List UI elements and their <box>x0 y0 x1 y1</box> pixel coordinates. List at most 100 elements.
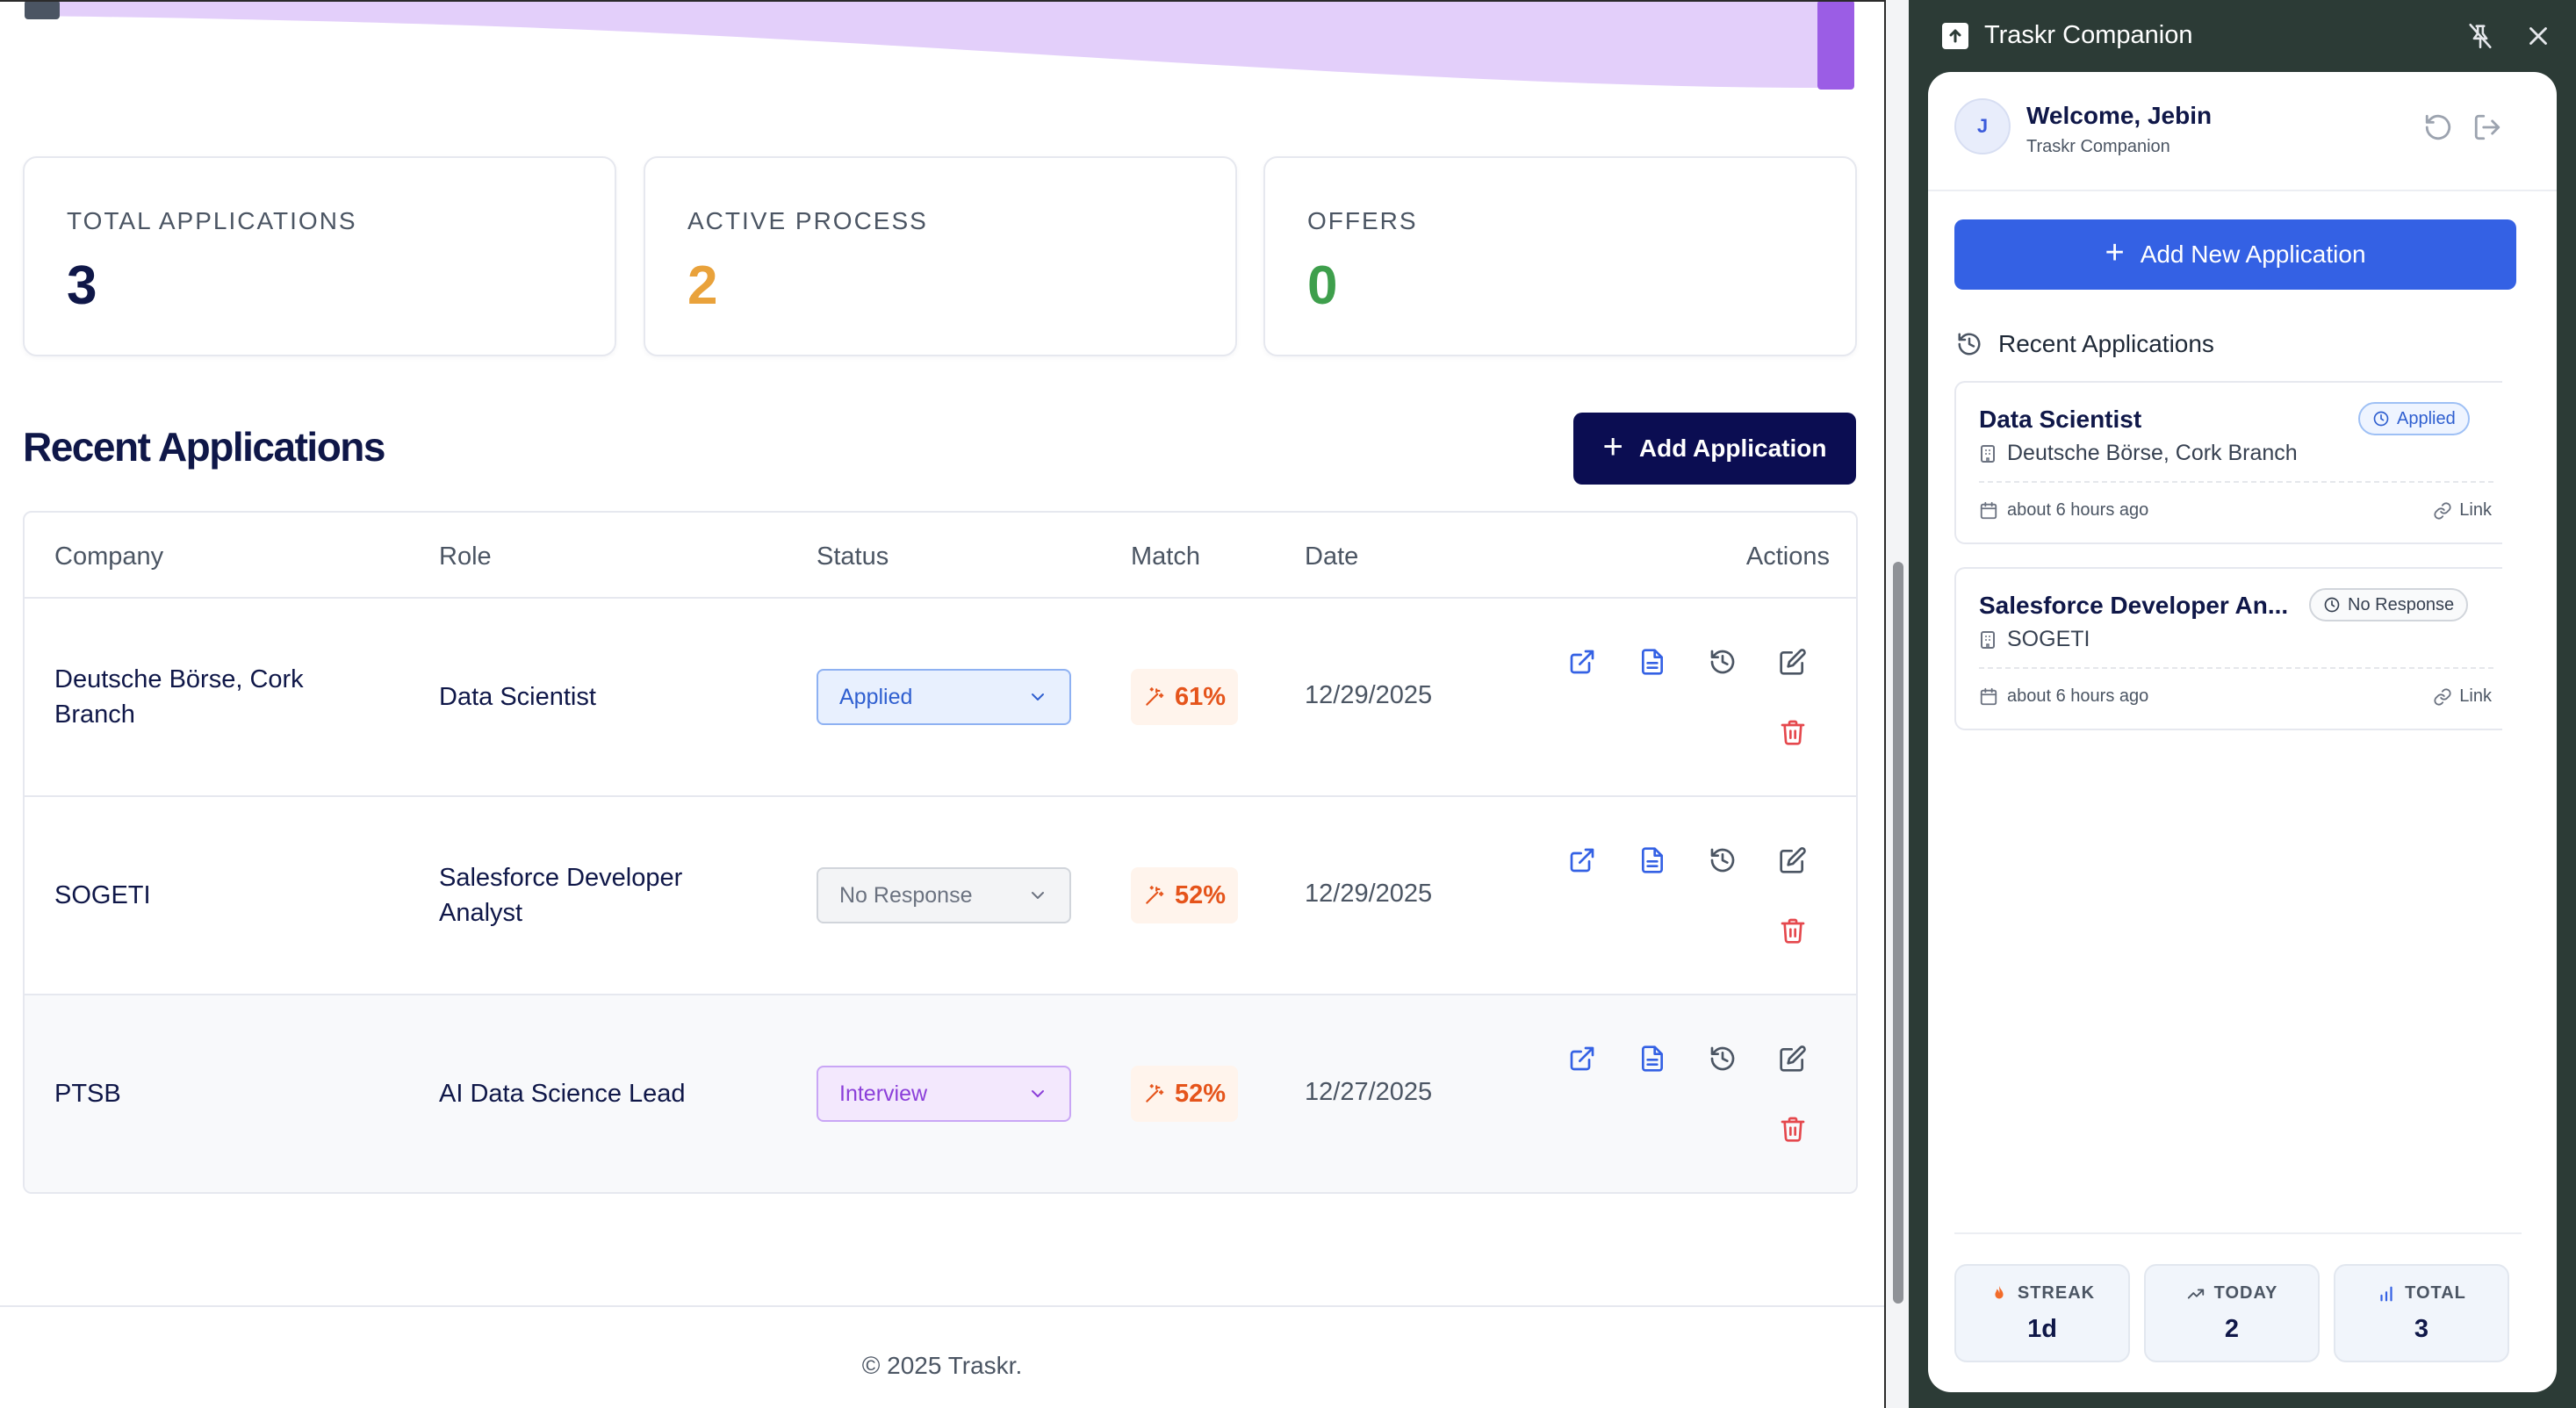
open-link-button[interactable] <box>1565 1041 1600 1076</box>
match-value: 61% <box>1175 682 1227 711</box>
company-name: Deutsche Börse, Cork Branch <box>2007 441 2298 465</box>
status-select[interactable]: Applied <box>817 669 1071 725</box>
application-company: Deutsche Börse, Cork Branch <box>1979 441 2298 466</box>
edit-icon <box>1780 649 1806 675</box>
edit-button[interactable] <box>1775 644 1810 679</box>
chevron-down-icon <box>1032 892 1044 899</box>
company-cell: PTSB <box>54 1080 121 1108</box>
document-icon <box>1642 1045 1663 1072</box>
company-cell: SOGETI <box>54 881 151 909</box>
edit-icon <box>1780 1045 1806 1072</box>
main-page: TOTAL APPLICATIONS 3 ACTIVE PROCESS 2 OF… <box>0 0 1884 1408</box>
status-badge: Applied <box>2358 402 2470 435</box>
building-icon <box>1981 444 1995 463</box>
bar-chart-icon <box>2380 1286 2393 1301</box>
streak-stat: STREAK 1d <box>1954 1264 2130 1362</box>
recent-applications-header: Recent Applications <box>1956 330 2214 358</box>
application-company: SOGETI <box>1979 627 2090 652</box>
delete-button[interactable] <box>1775 1111 1810 1146</box>
delete-button[interactable] <box>1775 715 1810 750</box>
stat-label: OFFERS <box>1307 207 1418 234</box>
calendar-icon <box>1980 687 1997 705</box>
header-banner <box>0 0 1884 90</box>
history-icon <box>1958 333 1981 356</box>
view-document-button[interactable] <box>1635 843 1670 878</box>
stat-card-active-process: ACTIVE PROCESS 2 <box>644 156 1237 356</box>
status-select[interactable]: Interview <box>817 1066 1071 1122</box>
refresh-icon[interactable] <box>2423 112 2453 142</box>
calendar-icon <box>1980 501 1997 519</box>
chevron-down-icon <box>1032 693 1044 700</box>
stat-label: ACTIVE PROCESS <box>687 207 928 234</box>
logout-icon[interactable] <box>2472 112 2502 142</box>
streak-value: 1d <box>2027 1315 2057 1343</box>
open-link-button[interactable] <box>1565 644 1600 679</box>
role-cell: Data Scientist <box>439 683 596 711</box>
streak-label: STREAK <box>2017 1283 2096 1303</box>
column-header-date: Date <box>1305 542 1359 571</box>
edit-button[interactable] <box>1775 1041 1810 1076</box>
link-label: Link <box>2459 500 2492 520</box>
application-link[interactable]: Link <box>2433 500 2492 521</box>
stat-value: 0 <box>1307 255 1338 316</box>
avatar: J <box>1954 98 2011 154</box>
add-application-button[interactable]: + Add Application <box>1573 413 1856 485</box>
view-document-button[interactable] <box>1635 1041 1670 1076</box>
status-badge-label: No Response <box>2348 594 2455 614</box>
table-header: Company Role Status Match Date Actions <box>25 513 1856 599</box>
total-label: TOTAL <box>2405 1283 2466 1303</box>
trash-icon <box>1781 720 1805 745</box>
clock-icon <box>2324 597 2340 613</box>
clock-icon <box>2373 411 2389 427</box>
history-icon <box>1710 848 1735 873</box>
edit-button[interactable] <box>1775 843 1810 878</box>
match-badge: 52% <box>1131 867 1239 923</box>
status-value: No Response <box>839 882 973 908</box>
recent-application-card[interactable]: Salesforce Developer An... No Response S… <box>1954 567 2502 730</box>
view-document-button[interactable] <box>1635 644 1670 679</box>
today-stat: TODAY 2 <box>2144 1264 2320 1362</box>
status-badge-label: Applied <box>2397 408 2456 428</box>
status-select[interactable]: No Response <box>817 867 1071 923</box>
date-cell: 12/29/2025 <box>1305 681 1433 709</box>
stat-value: 3 <box>67 255 97 316</box>
card-divider <box>1979 667 2493 669</box>
application-link[interactable]: Link <box>2433 686 2492 707</box>
date-cell: 12/27/2025 <box>1305 1078 1433 1106</box>
column-header-company: Company <box>54 542 164 571</box>
unpin-icon[interactable] <box>2465 21 2495 51</box>
history-button[interactable] <box>1705 843 1740 878</box>
magic-wand-icon <box>1146 1084 1164 1103</box>
footer-copyright: © 2025 Traskr. <box>861 1352 1023 1379</box>
application-time: about 6 hours ago <box>1979 500 2148 521</box>
stat-card-offers: OFFERS 0 <box>1263 156 1857 356</box>
column-header-match: Match <box>1131 542 1200 571</box>
plus-icon: + <box>1602 427 1623 466</box>
recent-application-card[interactable]: Data Scientist Applied Deutsche Börse, C… <box>1954 381 2502 544</box>
today-value: 2 <box>2224 1315 2240 1343</box>
history-button[interactable] <box>1705 644 1740 679</box>
external-link-icon <box>1570 848 1594 873</box>
companion-panel: Traskr Companion J Welcome, Jebin Traskr… <box>1909 0 2576 1408</box>
scrollbar-thumb[interactable] <box>1893 562 1903 1304</box>
status-value: Interview <box>839 1081 928 1106</box>
page-scrollbar[interactable] <box>1884 0 1909 1408</box>
stats-divider <box>1954 1232 2522 1234</box>
table-row: Deutsche Börse, Cork Branch Data Scienti… <box>25 599 1856 797</box>
open-link-button[interactable] <box>1565 843 1600 878</box>
close-icon[interactable] <box>2523 21 2553 51</box>
time-ago: about 6 hours ago <box>2007 500 2149 520</box>
flame-icon <box>1995 1285 2004 1298</box>
history-button[interactable] <box>1705 1041 1740 1076</box>
add-application-label: Add Application <box>1638 435 1827 462</box>
recent-applications-title: Recent Applications <box>1998 330 2214 357</box>
card-divider <box>1979 481 2493 483</box>
footer-divider <box>0 1305 1884 1307</box>
external-link-icon <box>1570 650 1594 674</box>
table-row: PTSB AI Data Science Lead Interview 52% … <box>25 995 1856 1192</box>
total-value: 3 <box>2414 1315 2429 1343</box>
add-new-application-button[interactable]: + Add New Application <box>1954 219 2516 290</box>
application-title: Data Scientist <box>1979 406 2142 433</box>
welcome-text: Welcome, Jebin <box>2026 102 2213 129</box>
delete-button[interactable] <box>1775 913 1810 948</box>
